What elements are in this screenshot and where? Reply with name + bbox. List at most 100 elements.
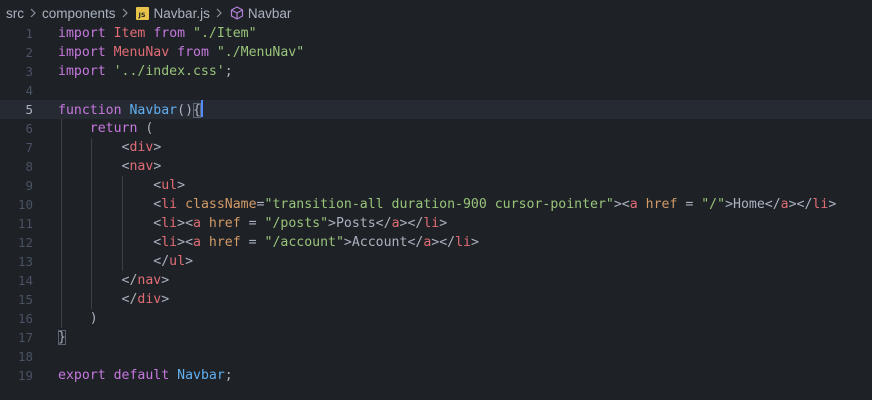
code-token: nav	[137, 273, 162, 288]
code-token: a	[629, 197, 638, 212]
code-line[interactable]: 1 import Item from "./Item"	[0, 24, 872, 43]
breadcrumb-file[interactable]: Navbar.js	[154, 6, 210, 21]
code-token: =	[677, 197, 702, 212]
code-token: ></	[399, 216, 424, 231]
breadcrumb-symbol[interactable]: Navbar	[248, 6, 292, 21]
line-number: 8	[25, 159, 33, 174]
code-area[interactable]: 1 import Item from "./Item" 2 import MenuNa…	[0, 24, 872, 385]
code-line[interactable]: 12 <li><a href = "/account">Account</a><…	[0, 233, 872, 252]
code-token: (	[137, 121, 154, 136]
code-token: ><	[177, 235, 194, 250]
code-token: )	[89, 311, 98, 326]
code-token: ><	[177, 216, 194, 231]
code-token: div	[129, 140, 154, 155]
code-token: return	[89, 121, 138, 136]
code-line[interactable]: 5 function Navbar(){	[0, 100, 872, 119]
code-text: export default Navbar;	[58, 366, 233, 385]
chevron-right-icon	[210, 4, 228, 22]
code-token: "./Item"	[193, 26, 257, 41]
code-token: ></	[788, 197, 813, 212]
code-line[interactable]: 9 <ul>	[0, 176, 872, 195]
code-token: div	[137, 292, 162, 307]
code-line[interactable]: 19 export default Navbar;	[0, 366, 872, 385]
code-token: MenuNav	[113, 45, 170, 60]
code-text: </div>	[58, 290, 170, 309]
code-text: </nav>	[58, 271, 170, 290]
code-line[interactable]: 11 <li><a href = "/posts">Posts</a></li>	[0, 214, 872, 233]
code-token: className	[185, 197, 257, 212]
code-token: a	[780, 197, 789, 212]
line-number: 12	[17, 235, 33, 250]
code-token: import	[58, 45, 106, 60]
code-token: import	[58, 64, 106, 79]
matched-brace: }	[58, 330, 66, 345]
code-token: ><	[613, 197, 630, 212]
code-token: from	[177, 45, 209, 60]
code-line[interactable]: 18	[0, 347, 872, 366]
line-number: 5	[25, 102, 33, 117]
line-number: 3	[25, 64, 33, 79]
code-text: import '../index.css';	[58, 62, 233, 81]
code-token: li	[161, 235, 178, 250]
code-token: li	[812, 197, 829, 212]
code-text: )	[58, 309, 98, 328]
code-line[interactable]: 4	[0, 81, 872, 100]
code-line[interactable]: 10 <li className="transition-all duratio…	[0, 195, 872, 214]
code-token: href	[208, 216, 241, 231]
code-token: default	[113, 368, 170, 383]
code-token: >	[153, 140, 162, 155]
code-token: >	[828, 197, 837, 212]
code-token: >	[439, 216, 448, 231]
code-token: "transition-all duration-900 cursor-poin…	[264, 197, 614, 212]
code-token: ul	[161, 178, 178, 193]
code-token: ;	[224, 368, 233, 383]
code-token: ul	[169, 254, 186, 269]
code-line[interactable]: 17}	[0, 328, 872, 347]
code-token: >	[161, 292, 170, 307]
code-editor[interactable]: src components JS Navbar.js Navbar 1 impo…	[0, 0, 872, 400]
code-text: import Item from "./Item"	[58, 24, 257, 43]
line-number: 11	[17, 216, 33, 231]
code-token: </	[153, 254, 170, 269]
code-line[interactable]: 6 return (	[0, 119, 872, 138]
code-token: >Posts</	[328, 216, 392, 231]
code-token: li	[423, 216, 440, 231]
code-line[interactable]: 13 </ul>	[0, 252, 872, 271]
code-line[interactable]: 8 <nav>	[0, 157, 872, 176]
code-text: }	[58, 328, 66, 347]
code-text: <li><a href = "/account">Account</a></li…	[58, 233, 479, 252]
code-text: return (	[58, 119, 154, 138]
code-token: ></	[431, 235, 456, 250]
javascript-file-icon: JS	[135, 6, 149, 20]
code-line[interactable]: 16 )	[0, 309, 872, 328]
line-number: 4	[25, 83, 33, 98]
breadcrumb: src components JS Navbar.js Navbar	[0, 0, 872, 26]
code-token: "./MenuNav"	[216, 45, 305, 60]
code-token: >	[153, 159, 162, 174]
code-line[interactable]: 7 <div>	[0, 138, 872, 157]
code-line[interactable]: 14 </nav>	[0, 271, 872, 290]
code-token: =	[240, 216, 265, 231]
code-line[interactable]: 2 import MenuNav from "./MenuNav"	[0, 43, 872, 62]
code-line[interactable]: 15 </div>	[0, 290, 872, 309]
breadcrumb-folder-src[interactable]: src	[6, 6, 24, 21]
code-token: >	[161, 273, 170, 288]
breadcrumb-folder-components[interactable]: components	[42, 6, 116, 21]
line-number: 17	[17, 330, 33, 345]
code-line[interactable]: 3 import '../index.css';	[0, 62, 872, 81]
